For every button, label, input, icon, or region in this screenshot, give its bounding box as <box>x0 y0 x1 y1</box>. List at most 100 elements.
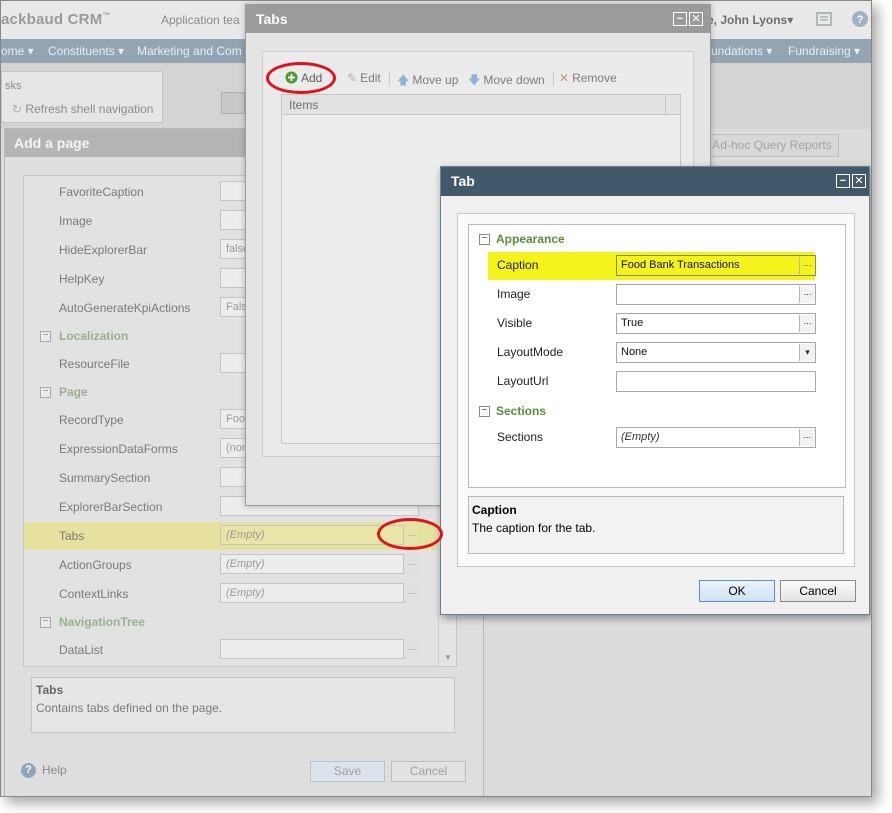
property-label: HelpKey <box>59 272 105 286</box>
property-row-layoutmode[interactable]: LayoutMode None ▾ <box>488 339 816 367</box>
tabs-dialog-title: Tabs <box>246 5 710 33</box>
caption-field[interactable]: Food Bank Transactions ... <box>616 255 816 276</box>
sections-ellipsis-button[interactable]: ... <box>799 429 815 446</box>
property-row-layouturl[interactable]: LayoutUrl <box>488 368 816 396</box>
category-label: Sections <box>496 404 547 418</box>
add-page-cancel-button[interactable]: Cancel <box>391 761 466 782</box>
tab-window-buttons: − ✕ <box>834 173 866 188</box>
image-label: Image <box>497 287 531 301</box>
shell-icon[interactable] <box>815 10 833 28</box>
collapse-icon[interactable]: − <box>479 234 490 245</box>
datalist-ellipsis-button[interactable]: ... <box>403 639 419 659</box>
property-label: ActionGroups <box>59 558 132 572</box>
chevron-down-icon[interactable]: ▾ <box>799 344 815 361</box>
ok-button[interactable]: OK <box>699 580 775 602</box>
minimize-icon[interactable]: − <box>673 12 687 26</box>
property-value-field[interactable]: (Empty) <box>220 554 419 574</box>
annotation-circle-tabs-ellipsis <box>377 518 443 550</box>
column-divider <box>665 95 666 114</box>
help-panel-title: Tabs <box>36 683 64 697</box>
help-panel-description: The caption for the tab. <box>472 521 596 535</box>
property-label: ResourceFile <box>59 357 130 371</box>
actiongroups-ellipsis-button[interactable]: ... <box>403 554 419 574</box>
layoutmode-label: LayoutMode <box>497 345 564 359</box>
nav-marketing[interactable]: Marketing and Com <box>137 44 242 58</box>
help-icon[interactable]: ? <box>851 10 869 28</box>
minimize-icon[interactable]: − <box>836 174 850 188</box>
tasks-panel: sks ↻ Refresh shell navigation <box>1 71 163 123</box>
toolbar-separator <box>389 72 390 86</box>
tasks-title: sks <box>5 80 22 92</box>
property-label: SummarySection <box>59 471 151 485</box>
property-row-image[interactable]: Image ... <box>488 281 816 309</box>
caption-ellipsis-button[interactable]: ... <box>799 257 815 274</box>
help-panel-title: Caption <box>472 503 517 517</box>
edit-button[interactable]: ✎ Edit <box>347 71 381 85</box>
category-navigationtree[interactable]: − NavigationTree <box>24 610 438 636</box>
tabs-window-buttons: − ✕ <box>671 11 703 26</box>
help-link[interactable]: ? Help <box>21 763 67 779</box>
contextlinks-ellipsis-button[interactable]: ... <box>403 583 419 603</box>
sections-label: Sections <box>497 430 544 444</box>
nav-home[interactable]: ome ▾ <box>1 44 34 58</box>
refresh-shell-navigation-link[interactable]: ↻ Refresh shell navigation <box>12 102 153 116</box>
property-row-visible[interactable]: Visible True ... <box>488 310 816 338</box>
remove-icon: ✕ <box>559 71 570 85</box>
property-label: RecordType <box>59 413 124 427</box>
scroll-down-icon[interactable]: ▼ <box>444 653 452 662</box>
application-teams-link[interactable]: Application tea <box>161 13 240 27</box>
close-icon[interactable]: ✕ <box>852 174 866 188</box>
sections-field[interactable]: (Empty) ... <box>616 427 816 448</box>
layouturl-field[interactable] <box>616 371 816 392</box>
property-label: HideExplorerBar <box>59 243 148 257</box>
category-sections[interactable]: − Sections <box>469 400 845 424</box>
refresh-icon: ↻ <box>12 102 23 116</box>
property-row-tabs[interactable]: Tabs (Empty) ... <box>24 522 438 550</box>
nav-constituents[interactable]: Constituents ▾ <box>48 44 124 58</box>
property-value-field[interactable]: (Empty) <box>220 583 419 603</box>
collapse-icon[interactable]: − <box>479 406 490 417</box>
collapse-icon[interactable]: − <box>40 387 51 398</box>
screenshot-frame: ackbaud CRM™ Application tea e, John Lyo… <box>0 0 872 797</box>
layoutmode-select[interactable]: None ▾ <box>616 342 816 363</box>
collapse-icon[interactable]: − <box>40 331 51 342</box>
move-up-button[interactable]: 🡅 Move up <box>397 71 458 92</box>
move-down-button[interactable]: 🡇 Move down <box>468 71 545 92</box>
app-logo: ackbaud CRM™ <box>1 11 111 28</box>
category-label: Page <box>59 385 88 399</box>
tab-help-panel: Caption The caption for the tab. <box>468 496 844 554</box>
nav-fundraising[interactable]: Fundraising ▾ <box>788 44 860 58</box>
visible-field[interactable]: True ... <box>616 313 816 334</box>
property-row-sections[interactable]: Sections (Empty) ... <box>488 424 816 452</box>
category-appearance[interactable]: − Appearance <box>469 228 845 252</box>
tab-dialog-body: − Appearance Caption Food Bank Transacti… <box>457 213 855 567</box>
collapse-icon[interactable]: − <box>40 617 51 628</box>
property-row-datalist[interactable]: DataList ... <box>24 636 438 664</box>
property-label: AutoGenerateKpiActions <box>59 301 191 315</box>
tab-dialog: Tab − ✕ − Appearance Caption Food Bank Tr… <box>440 166 870 615</box>
svg-text:?: ? <box>857 14 864 26</box>
property-value-field[interactable] <box>220 639 419 659</box>
layouturl-label: LayoutUrl <box>497 374 549 388</box>
property-label: DataList <box>59 643 104 657</box>
save-button[interactable]: Save <box>310 761 385 782</box>
close-icon[interactable]: ✕ <box>689 12 703 26</box>
user-menu[interactable]: e, John Lyons▾ <box>707 13 793 27</box>
toolbar-separator <box>553 72 554 86</box>
property-row-caption[interactable]: Caption Food Bank Transactions ... <box>488 252 816 280</box>
image-field[interactable]: ... <box>616 284 816 305</box>
image-ellipsis-button[interactable]: ... <box>799 286 815 303</box>
nav-foundations[interactable]: undations ▾ <box>711 44 772 58</box>
adhoc-query-reports-button[interactable]: Ad-hoc Query Reports <box>705 134 839 157</box>
add-page-help-panel: Tabs Contains tabs defined on the page. <box>31 677 455 733</box>
tab-dialog-title: Tab <box>441 167 869 196</box>
visible-ellipsis-button[interactable]: ... <box>799 315 815 332</box>
property-row-actiongroups[interactable]: ActionGroups (Empty) ... <box>24 551 438 579</box>
tab-cancel-button[interactable]: Cancel <box>780 580 856 602</box>
items-header-label: Items <box>289 98 319 112</box>
remove-button[interactable]: ✕ Remove <box>559 71 617 85</box>
tab-property-grid: − Appearance Caption Food Bank Transacti… <box>468 224 846 488</box>
property-row-contextlinks[interactable]: ContextLinks (Empty) ... <box>24 580 438 608</box>
edit-icon: ✎ <box>347 71 358 85</box>
property-label: Tabs <box>59 529 85 543</box>
